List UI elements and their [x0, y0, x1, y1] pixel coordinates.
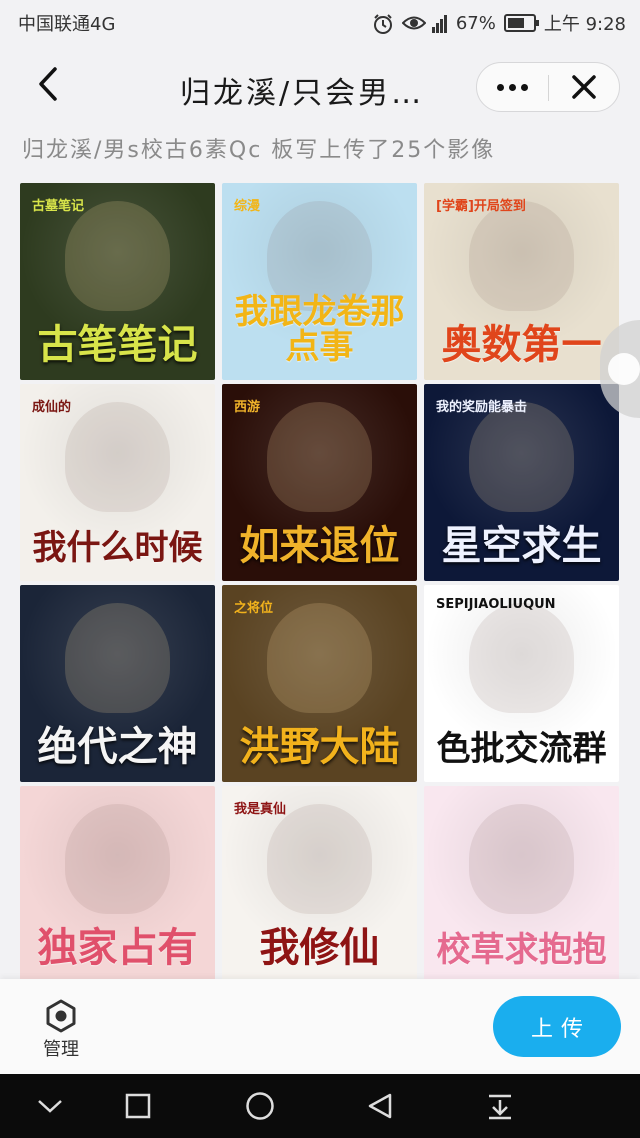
signal-icon: [431, 13, 448, 33]
cover-thumbnail[interactable]: SEPIJIAOLIUQUN 色批交流群: [424, 585, 619, 782]
hexagon-settings-icon: [46, 999, 76, 1033]
triangle-back-icon: [368, 1093, 392, 1119]
cover-subtitle: 成仙的: [32, 400, 72, 415]
page-title: 归龙溪/只会男…: [180, 76, 425, 111]
close-icon: [572, 75, 596, 99]
cover-title: 独家占有: [37, 924, 198, 971]
cover-title: 校草求抱抱: [436, 930, 607, 971]
cover-artwork: [469, 603, 574, 713]
cover-artwork: [65, 402, 170, 512]
cover-thumbnail[interactable]: 西游如来退位: [222, 384, 417, 581]
cover-thumbnail[interactable]: 校草求抱抱: [424, 786, 619, 979]
carrier-label: 中国联通4G: [18, 14, 116, 35]
cover-title: 绝代之神: [37, 723, 198, 770]
cover-title: 色批交流群: [436, 729, 607, 770]
cover-subtitle: 我是真仙: [234, 802, 287, 817]
image-grid: 古墓笔记 古笔笔记 综漫 我跟龙卷那点事 [学霸]开局签到 奥数第一 成仙的 我什么时候 西游如…: [20, 183, 620, 979]
battery-percent: 67%: [455, 12, 496, 34]
home-button[interactable]: [240, 1086, 280, 1126]
cover-subtitle: SEPIJIAOLIUQUN: [436, 597, 556, 612]
cover-thumbnail[interactable]: 古墓笔记古笔笔记: [20, 183, 215, 380]
cover-title: 古笔笔记: [37, 321, 198, 368]
cover-artwork: [267, 603, 372, 713]
notification-pull-button[interactable]: [480, 1086, 520, 1126]
cover-subtitle: 之将位: [234, 601, 274, 616]
cover-thumbnail[interactable]: 成仙的 我什么时候: [20, 384, 215, 581]
alarm-icon: [372, 13, 394, 34]
cover-subtitle: 西游: [234, 400, 261, 415]
cover-title: 星空求生: [441, 522, 602, 569]
cover-thumbnail[interactable]: 我的奖励能暴击星空求生: [424, 384, 619, 581]
bottom-toolbar: 管理 上传: [0, 979, 640, 1074]
upload-button[interactable]: 上传: [493, 996, 621, 1057]
more-dots-icon: [496, 83, 504, 91]
cover-thumbnail[interactable]: 我是真仙我修仙: [222, 786, 417, 979]
cover-artwork: [65, 804, 170, 914]
square-icon: [125, 1093, 151, 1119]
cover-artwork: [65, 201, 170, 311]
circle-icon: [246, 1092, 274, 1120]
cover-title: 我什么时候: [32, 528, 203, 569]
cover-title: 我跟龙卷那点事: [234, 291, 405, 368]
more-button[interactable]: [477, 63, 547, 111]
cover-subtitle: [学霸]开局签到: [436, 199, 526, 214]
cover-thumbnail[interactable]: 绝代之神: [20, 585, 215, 782]
album-caption: 归龙溪/男s校古6素Qc 板写上传了25个影像: [22, 138, 496, 163]
manage-label: 管理: [43, 1039, 79, 1060]
navigation-bar: 归龙溪/只会男…: [0, 44, 640, 128]
pull-down-icon: [489, 1094, 511, 1120]
cover-thumbnail[interactable]: 之将位洪野大陆: [222, 585, 417, 782]
cover-artwork: [469, 201, 574, 311]
cover-title: 洪野大陆: [239, 723, 400, 770]
chevron-left-icon: [39, 67, 57, 101]
manage-button[interactable]: 管理: [36, 995, 86, 1061]
cover-subtitle: 综漫: [234, 199, 261, 214]
hide-nav-button[interactable]: [30, 1086, 70, 1126]
cover-artwork: [469, 804, 574, 914]
cover-title: 奥数第一: [441, 321, 602, 368]
close-button[interactable]: [549, 63, 619, 111]
recent-apps-button[interactable]: [118, 1086, 158, 1126]
status-bar: 中国联通4G 67% 上午 9:28: [0, 0, 640, 44]
system-navigation-bar: [0, 1074, 640, 1138]
cover-artwork: [469, 402, 574, 512]
cover-artwork: [65, 603, 170, 713]
cover-artwork: [267, 402, 372, 512]
cover-subtitle: 我的奖励能暴击: [436, 400, 528, 415]
eye-icon: [401, 13, 427, 33]
cover-thumbnail[interactable]: 独家占有: [20, 786, 215, 979]
battery-icon: [503, 14, 539, 32]
cover-title: 如来退位: [239, 522, 400, 569]
back-nav-button[interactable]: [360, 1086, 400, 1126]
menu-capsule: [476, 62, 620, 112]
cover-thumbnail[interactable]: [学霸]开局签到奥数第一: [424, 183, 619, 380]
cover-thumbnail[interactable]: 综漫 我跟龙卷那点事: [222, 183, 417, 380]
chevron-down-icon: [38, 1100, 62, 1113]
cover-artwork: [267, 804, 372, 914]
cover-subtitle: 古墓笔记: [32, 199, 85, 214]
back-button[interactable]: [26, 62, 70, 106]
cover-title: 我修仙: [259, 924, 380, 971]
clock: 上午 9:28: [543, 14, 626, 35]
